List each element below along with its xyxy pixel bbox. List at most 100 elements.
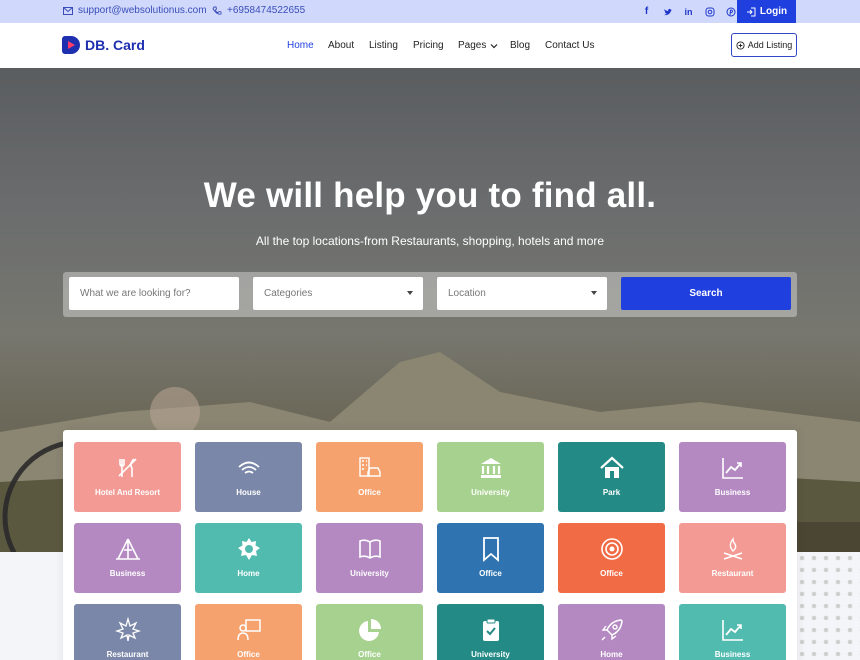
search-button-label: Search [689,288,723,299]
search-input[interactable]: What we are looking for? [69,277,239,310]
category-tile-label: Office [358,488,381,497]
category-tile[interactable]: Office [558,523,665,593]
phone-icon [212,6,222,15]
dot-pattern-decoration [796,552,860,660]
category-tile-label: Park [602,488,621,497]
bank-icon [480,458,501,478]
bookmark-icon [482,537,499,562]
logo-text: DB. Card [85,37,145,53]
category-select[interactable]: Categories [253,277,423,310]
category-tile-label: Restaurant [711,569,754,578]
category-select-value: Categories [264,288,313,299]
category-tile-label: Hotel And Resort [94,488,161,497]
location-select[interactable]: Location [437,277,607,310]
category-tile-label: University [471,488,510,497]
utensils-icon [117,458,137,477]
category-tile-label: Restaurant [106,650,149,659]
category-tile-label: Business [109,569,146,578]
category-tile[interactable]: Office [316,604,423,660]
tent-icon [115,538,140,560]
category-tile[interactable]: Restaurant [74,604,181,660]
email-contact[interactable]: support@websolutionus.com [63,5,207,16]
category-tile-label: Business [714,488,751,497]
linkedin-icon[interactable]: in [682,5,695,18]
rocket-icon [601,619,623,641]
search-input-placeholder: What we are looking for? [80,288,191,299]
login-label: Login [759,6,788,17]
instagram-icon[interactable] [703,5,716,18]
plus-circle-icon [736,40,745,50]
chart-icon [721,620,743,641]
category-tile[interactable]: Home [195,523,302,593]
search-button[interactable]: Search [621,277,791,310]
logo[interactable]: DB. Card [62,36,145,54]
login-button[interactable]: Login [737,0,796,23]
category-tile[interactable]: Business [679,442,786,512]
category-tile-label: Home [600,650,623,659]
login-icon [746,7,756,16]
category-tile-label: University [471,650,510,659]
category-tile-label: House [236,488,261,497]
phone-contact[interactable]: +6958474522655 [212,5,305,16]
category-tile[interactable]: Office [195,604,302,660]
nav-item-about[interactable]: About [328,40,354,51]
add-listing-label: Add Listing [747,40,793,50]
category-tile-label: Office [600,569,623,578]
category-tile-label: Office [358,650,381,659]
category-tile-label: Home [237,569,260,578]
facebook-icon[interactable]: f [640,5,653,18]
nav-item-pages[interactable]: Pages [458,40,498,51]
category-tile-label: Business [714,650,751,659]
badge-icon [237,538,260,560]
campfire-icon [723,537,742,560]
category-tile[interactable]: House [195,442,302,512]
category-tile-label: Office [479,569,502,578]
category-tile[interactable]: Hotel And Resort [74,442,181,512]
add-listing-button[interactable]: Add Listing [731,33,797,57]
category-tile[interactable]: Home [558,604,665,660]
nav-item-contact[interactable]: Contact Us [545,40,594,51]
caret-down-icon [407,291,413,295]
email-text: support@websolutionus.com [78,5,207,16]
target-icon [600,538,623,560]
book-icon [358,539,381,559]
category-tile-label: Office [237,650,260,659]
category-tile[interactable]: Business [679,604,786,660]
pinterest-icon[interactable] [724,5,737,18]
category-tile-label: University [350,569,389,578]
wifi-icon [237,461,260,474]
category-tile[interactable]: Office [437,523,544,593]
hero-subtitle: All the top locations-from Restaurants, … [255,234,605,248]
twitter-icon[interactable] [661,5,674,18]
category-grid: Hotel And Resort House Office University Par… [63,430,797,660]
category-tile[interactable]: Office [316,442,423,512]
category-tile[interactable]: University [316,523,423,593]
category-tile[interactable]: Park [558,442,665,512]
chevron-down-icon [490,43,498,48]
location-select-value: Location [448,288,486,299]
phone-text: +6958474522655 [227,5,306,16]
logo-icon [62,36,80,54]
leaf-icon [114,617,141,642]
hero-title: We will help you to find all. [203,176,657,215]
nav-item-listing[interactable]: Listing [369,40,398,51]
social-links: f in [640,5,737,18]
main-navbar: DB. Card Home About Listing Pricing Page… [0,23,860,68]
category-tile[interactable]: Business [74,523,181,593]
office-car-icon [358,457,381,477]
category-tile[interactable]: Restaurant [679,523,786,593]
nav-item-pricing[interactable]: Pricing [413,40,444,51]
home-icon [599,456,624,478]
mail-icon [63,6,73,15]
chart-icon [721,458,743,479]
nav-item-home[interactable]: Home [287,40,314,51]
clipboard-icon [482,618,499,641]
caret-down-icon [591,291,597,295]
nav-item-blog[interactable]: Blog [510,40,530,51]
category-tile[interactable]: University [437,442,544,512]
category-tile[interactable]: University [437,604,544,660]
nav-item-pages-label: Pages [458,40,487,51]
top-bar: support@websolutionus.com +6958474522655… [0,0,860,23]
pie-icon [358,619,381,641]
presenter-icon [236,619,261,641]
